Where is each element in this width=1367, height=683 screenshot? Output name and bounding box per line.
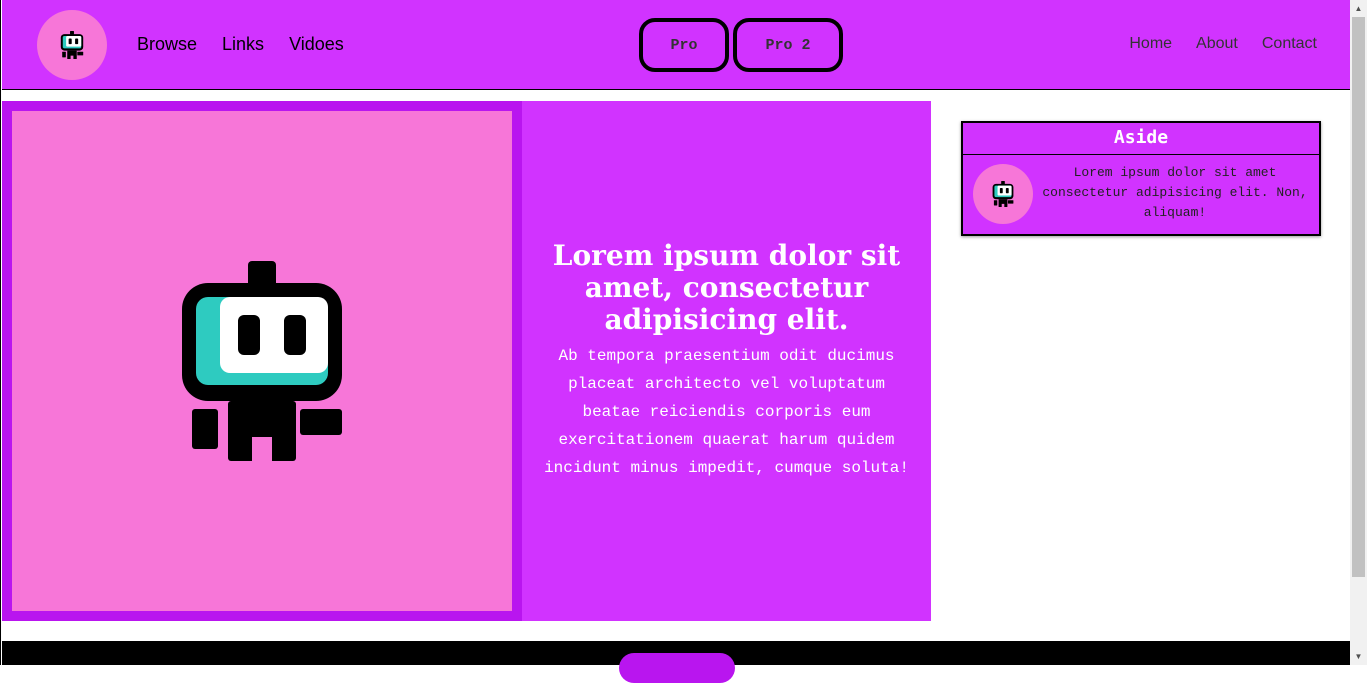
scrollbar-thumb[interactable] xyxy=(1352,17,1365,577)
aside-body: Lorem ipsum dolor sit amet consectetur a… xyxy=(963,155,1319,235)
pro-button[interactable]: Pro xyxy=(639,18,729,72)
avatar xyxy=(973,164,1033,224)
vertical-scrollbar[interactable]: ▲ ▼ xyxy=(1350,0,1367,665)
secondary-nav: Home About Contact xyxy=(1129,35,1317,53)
nav-browse-link[interactable]: Browse xyxy=(137,34,197,55)
page: Browse Links Vidoes Pro Pro 2 Home About… xyxy=(0,0,1351,683)
scroll-up-arrow-icon[interactable]: ▲ xyxy=(1350,0,1367,17)
nav-links-link[interactable]: Links xyxy=(222,34,264,55)
nav-videos-link[interactable]: Vidoes xyxy=(289,34,344,55)
primary-nav: Browse Links Vidoes xyxy=(137,34,344,55)
aside-text: Lorem ipsum dolor sit amet consectetur a… xyxy=(1042,165,1308,220)
site-header: Browse Links Vidoes Pro Pro 2 Home About… xyxy=(2,0,1351,90)
hero-section: Lorem ipsum dolor sit amet, consectetur … xyxy=(2,101,931,621)
robot-icon xyxy=(992,181,1014,207)
hero-image xyxy=(12,111,512,611)
logo[interactable] xyxy=(37,10,107,80)
nav-contact-link[interactable]: Contact xyxy=(1262,35,1317,53)
robot-icon xyxy=(60,31,84,59)
nav-about-link[interactable]: About xyxy=(1196,35,1238,53)
aside-card: Aside Lorem ipsum dolor sit amet consect… xyxy=(961,121,1321,236)
site-footer xyxy=(2,641,1351,683)
hero-image-frame xyxy=(2,101,522,621)
aside-title: Aside xyxy=(963,123,1319,155)
nav-home-link[interactable]: Home xyxy=(1129,35,1172,53)
hero-title: Lorem ipsum dolor sit amet, consectetur … xyxy=(552,239,901,336)
robot-icon xyxy=(182,261,342,461)
hero-text: Lorem ipsum dolor sit amet, consectetur … xyxy=(522,101,931,621)
footer-button[interactable] xyxy=(619,653,735,683)
hero-body: Ab tempora praesentium odit ducimus plac… xyxy=(544,347,909,477)
pro-2-button[interactable]: Pro 2 xyxy=(733,18,843,72)
scroll-down-arrow-icon[interactable]: ▼ xyxy=(1350,648,1367,665)
